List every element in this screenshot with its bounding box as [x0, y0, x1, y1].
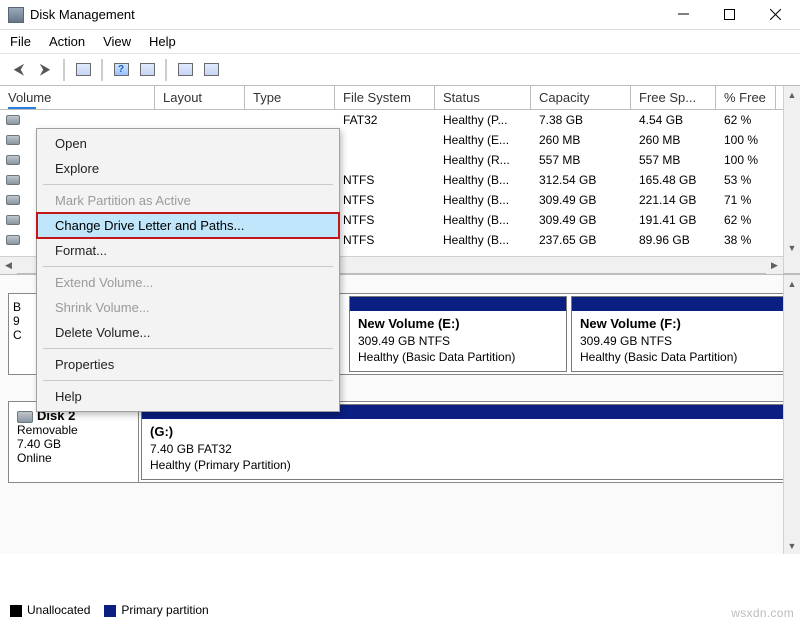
separator	[43, 184, 333, 185]
disk-info: B 9 C	[9, 294, 29, 374]
vertical-scrollbar[interactable]: ▲ ▼	[783, 86, 800, 273]
partition-name: New Volume (E:)	[358, 315, 558, 333]
ctx-shrink-volume: Shrink Volume...	[37, 295, 339, 320]
ctx-mark-partition-active: Mark Partition as Active	[37, 188, 339, 213]
disk-management-icon	[8, 7, 24, 23]
separator	[43, 380, 333, 381]
partition-name: (G:)	[150, 423, 780, 441]
vol-pct: 62 %	[716, 113, 776, 127]
drive-icon	[6, 195, 20, 205]
disk-capacity: 7.40 GB	[17, 437, 130, 451]
partition-size: 309.49 GB NTFS	[358, 333, 558, 349]
toolbar-button-2[interactable]	[136, 59, 158, 81]
vertical-scrollbar[interactable]: ▲ ▼	[783, 275, 800, 554]
vol-free: 4.54 GB	[631, 113, 716, 127]
titlebar: Disk Management	[0, 0, 800, 30]
partition-health: Healthy (Primary Partition)	[150, 457, 780, 473]
col-filesystem[interactable]: File System	[335, 86, 435, 109]
ctx-format[interactable]: Format...	[37, 238, 339, 263]
col-status[interactable]: Status	[435, 86, 531, 109]
disk-icon	[17, 411, 33, 423]
partition-size: 7.40 GB FAT32	[150, 441, 780, 457]
partition-strip: New Volume (E:) 309.49 GB NTFS Healthy (…	[347, 294, 791, 374]
partition-strip: (G:) 7.40 GB FAT32 Healthy (Primary Part…	[139, 402, 791, 482]
legend-primary: Primary partition	[104, 603, 208, 617]
volume-row[interactable]: FAT32 Healthy (P... 7.38 GB 4.54 GB 62 %	[0, 110, 800, 130]
drive-icon	[6, 175, 20, 185]
toolbar-help-button[interactable]: ?	[110, 59, 132, 81]
scroll-left-icon[interactable]: ◀	[0, 257, 17, 274]
ctx-help[interactable]: Help	[37, 384, 339, 409]
nav-back-button[interactable]: ⮜	[8, 59, 30, 81]
scroll-down-icon[interactable]: ▼	[784, 537, 800, 554]
partition-health: Healthy (Basic Data Partition)	[580, 349, 780, 365]
partition[interactable]: (G:) 7.40 GB FAT32 Healthy (Primary Part…	[141, 404, 789, 480]
legend: Unallocated Primary partition	[10, 603, 209, 617]
disk-row[interactable]: Disk 2 Removable 7.40 GB Online (G:) 7.4…	[8, 401, 792, 483]
volume-list-header: Volume Layout Type File System Status Ca…	[0, 86, 800, 110]
scroll-up-icon[interactable]: ▲	[784, 86, 800, 103]
partition-health: Healthy (Basic Data Partition)	[358, 349, 558, 365]
ctx-explore[interactable]: Explore	[37, 156, 339, 181]
ctx-extend-volume: Extend Volume...	[37, 270, 339, 295]
swatch-black	[10, 605, 22, 617]
window-title: Disk Management	[30, 7, 660, 22]
partition-stripe	[572, 297, 788, 311]
ctx-delete-volume[interactable]: Delete Volume...	[37, 320, 339, 345]
maximize-button[interactable]	[706, 0, 752, 30]
ctx-open[interactable]: Open	[37, 131, 339, 156]
drive-icon	[6, 215, 20, 225]
partition-size: 309.49 GB NTFS	[580, 333, 780, 349]
separator	[63, 59, 65, 81]
vol-capacity: 7.38 GB	[531, 113, 631, 127]
scroll-up-icon[interactable]: ▲	[784, 275, 800, 292]
separator	[101, 59, 103, 81]
drive-icon	[6, 155, 20, 165]
col-type[interactable]: Type	[245, 86, 335, 109]
separator	[165, 59, 167, 81]
scroll-down-icon[interactable]: ▼	[784, 239, 800, 256]
col-layout[interactable]: Layout	[155, 86, 245, 109]
menu-file[interactable]: File	[10, 34, 31, 49]
col-volume[interactable]: Volume	[0, 86, 155, 109]
separator	[43, 348, 333, 349]
partition[interactable]: New Volume (F:) 309.49 GB NTFS Healthy (…	[571, 296, 789, 372]
ctx-properties[interactable]: Properties	[37, 352, 339, 377]
drive-icon	[6, 235, 20, 245]
separator	[43, 266, 333, 267]
disk-info: Disk 2 Removable 7.40 GB Online	[9, 402, 139, 482]
toolbar: ⮜ ⮞ ?	[0, 54, 800, 86]
swatch-primary	[104, 605, 116, 617]
toolbar-button-3[interactable]	[174, 59, 196, 81]
menu-view[interactable]: View	[103, 34, 131, 49]
partition[interactable]: New Volume (E:) 309.49 GB NTFS Healthy (…	[349, 296, 567, 372]
minimize-button[interactable]	[660, 0, 706, 30]
toolbar-button-1[interactable]	[72, 59, 94, 81]
scroll-right-icon[interactable]: ▶	[766, 257, 783, 274]
col-freespace[interactable]: Free Sp...	[631, 86, 716, 109]
col-pctfree[interactable]: % Free	[716, 86, 776, 109]
disk-type: Removable	[17, 423, 130, 437]
legend-unallocated: Unallocated	[10, 603, 90, 617]
drive-icon	[6, 135, 20, 145]
ctx-change-drive-letter[interactable]: Change Drive Letter and Paths...	[37, 213, 339, 238]
context-menu: Open Explore Mark Partition as Active Ch…	[36, 128, 340, 412]
partition-name: New Volume (F:)	[580, 315, 780, 333]
menu-action[interactable]: Action	[49, 34, 85, 49]
menu-help[interactable]: Help	[149, 34, 176, 49]
vol-status: Healthy (P...	[435, 113, 531, 127]
close-button[interactable]	[752, 0, 798, 30]
toolbar-button-4[interactable]	[200, 59, 222, 81]
watermark: wsxdn.com	[731, 606, 794, 620]
nav-forward-button[interactable]: ⮞	[34, 59, 56, 81]
partition-stripe	[350, 297, 566, 311]
disk-status: Online	[17, 451, 130, 465]
vol-fs: FAT32	[335, 113, 435, 127]
menubar: File Action View Help	[0, 30, 800, 54]
drive-icon	[6, 115, 20, 125]
col-capacity[interactable]: Capacity	[531, 86, 631, 109]
